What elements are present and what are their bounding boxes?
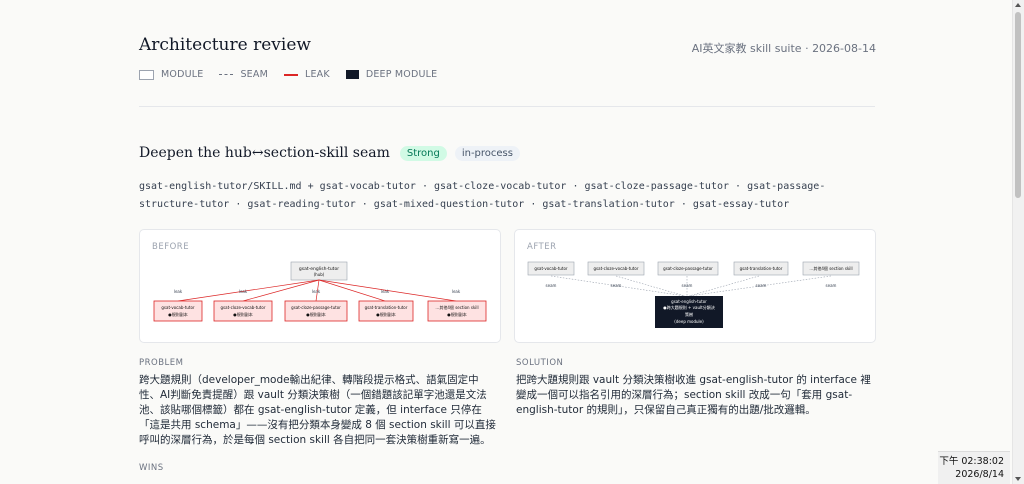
header-divider [139,106,875,107]
before-node: gsat-cloze-vocab-tutor ●規則副本 [213,300,273,322]
after-diagram: seam seam seam seam seam gsat-vocab-tuto… [527,261,860,328]
edge-label: leak [239,289,248,294]
clock-time: 下午 02:38:02 [939,456,1004,467]
page-meta: AI英文家教 skill suite · 2026-08-14 [691,42,876,55]
edge-label: leak [312,289,321,294]
svg-text:gsat-cloze-passage-tutor: gsat-cloze-passage-tutor [291,305,341,310]
taskbar-clock[interactable]: 下午 02:38:02 2026/8/14 [938,451,1010,484]
edge-label: leak [381,289,390,294]
before-panel: BEFORE gsat-english-tutor (hub) leak lea… [139,229,501,343]
svg-text:●規則副本: ●規則副本 [306,311,326,317]
vertical-scrollbar[interactable] [1012,0,1024,484]
legend-leak: LEAK [283,69,330,80]
status-badge: in-process [454,145,520,161]
svg-text:(deep module): (deep module) [674,319,704,324]
problem-label: PROBLEM [139,358,184,368]
legend-module-label: MODULE [161,69,204,80]
after-node: gsat-cloze-vocab-tutor [587,261,645,276]
legend-deep-module-label: DEEP MODULE [365,69,438,80]
scroll-down-icon[interactable] [1015,477,1021,481]
legend-module: MODULE [139,69,203,80]
files-list: gsat-english-tutor/SKILL.md + gsat-vocab… [139,181,826,210]
after-node: …其他4個 section skill [802,261,860,276]
before-hub-sub: (hub) [314,272,325,277]
legend-seam-label: SEAM [240,69,268,80]
legend-leak-label: LEAK [304,69,330,80]
before-hub: gsat-english-tutor (hub) [290,261,348,281]
clock-date: 2026/8/14 [955,469,1004,480]
after-node: gsat-translation-tutor [733,261,789,276]
finding-header: Deepen the hub↔section-skill seam Strong… [139,145,528,161]
svg-text:gsat-translation-tutor: gsat-translation-tutor [365,305,408,310]
edge-label: leak [174,289,183,294]
edge-label: leak [452,289,461,294]
before-edge-labels: leak leak leak leak leak [174,289,461,294]
svg-text:●規則副本: ●規則副本 [233,311,253,317]
leak-swatch [283,73,298,76]
after-panel: AFTER seam seam seam seam seam gsat-voca… [514,229,876,343]
after-edge-labels: seam seam seam seam seam [546,283,837,288]
svg-text:●規則副本: ●規則副本 [168,311,188,317]
after-deep-module: gsat-english-tutor ●跨大題規則 + vault分類決 策樹 … [655,296,723,328]
page: Architecture review AI英文家教 skill suite ·… [0,0,1013,484]
legend-deep-module: DEEP MODULE [345,69,438,80]
finding-title: Deepen the hub↔section-skill seam [139,145,390,161]
svg-text:gsat-cloze-vocab-tutor: gsat-cloze-vocab-tutor [221,305,266,310]
edge-label: seam [682,283,693,288]
svg-text:gsat-vocab-tutor: gsat-vocab-tutor [534,266,568,271]
svg-text:●跨大題規則 + vault分類決: ●跨大題規則 + vault分類決 [663,304,714,310]
strength-badge: Strong [399,145,447,161]
svg-text:…其他4個 section skill: …其他4個 section skill [435,304,478,310]
before-node: gsat-cloze-passage-tutor ●規則副本 [284,300,348,322]
before-node: …其他4個 section skill ●規則副本 [427,300,487,322]
svg-text:gsat-english-tutor: gsat-english-tutor [671,299,707,304]
edge-label: seam [546,283,557,288]
after-node: gsat-cloze-passage-tutor [657,261,719,276]
problem-text: 跨大題規則（developer_mode輸出紀律、轉階段提示格式、語氣固定中性、… [139,374,496,446]
seam-swatch [219,74,234,75]
legend: MODULE SEAM LEAK DEEP MODULE [139,69,453,80]
svg-text:●規則副本: ●規則副本 [376,311,396,317]
scroll-up-icon[interactable] [1015,3,1021,7]
wins-label: WINS [139,463,164,473]
before-node: gsat-translation-tutor ●規則副本 [358,300,414,322]
svg-text:gsat-cloze-passage-tutor: gsat-cloze-passage-tutor [663,266,713,271]
module-swatch [139,69,154,80]
page-title: Architecture review [139,35,311,55]
solution-label: SOLUTION [516,358,564,368]
edge-label: seam [611,283,622,288]
scroll-thumb[interactable] [1015,12,1021,198]
svg-text:gsat-cloze-vocab-tutor: gsat-cloze-vocab-tutor [594,266,639,271]
legend-seam: SEAM [219,69,268,80]
edge-label: seam [826,283,837,288]
svg-text:策樹: 策樹 [685,311,693,317]
edge-label: seam [756,283,767,288]
svg-text:●規則副本: ●規則副本 [447,311,467,317]
svg-text:…其他4個 section skill: …其他4個 section skill [809,265,852,271]
before-node: gsat-vocab-tutor ●規則副本 [153,300,203,322]
deep-module-swatch [345,70,359,79]
svg-text:gsat-translation-tutor: gsat-translation-tutor [740,266,783,271]
after-node: gsat-vocab-tutor [527,261,575,276]
solution-text: 把跨大題規則跟 vault 分類決策樹收進 gsat-english-tutor… [516,374,871,416]
svg-text:gsat-vocab-tutor: gsat-vocab-tutor [161,305,195,310]
before-diagram: gsat-english-tutor (hub) leak leak leak … [153,261,487,322]
